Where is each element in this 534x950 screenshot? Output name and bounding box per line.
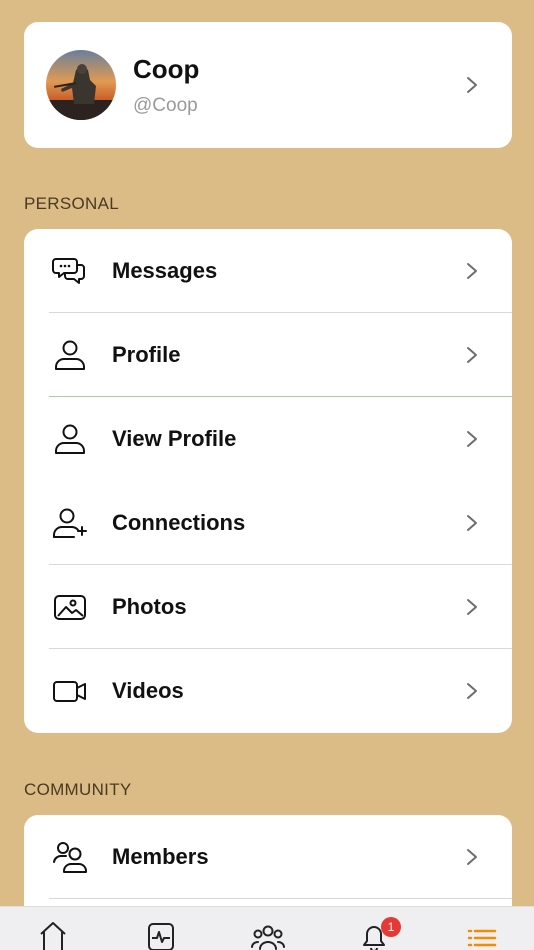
profile-handle: @Coop	[133, 95, 198, 116]
menu-item-label: Members	[112, 844, 209, 869]
menu-list-icon[interactable]	[465, 919, 499, 950]
menu-item-label: Videos	[112, 678, 184, 703]
menu-item-label: Connections	[112, 510, 246, 535]
chevron-right-icon	[467, 77, 477, 93]
profile-card[interactable]: Coop @Coop	[24, 22, 512, 148]
menu-item-members[interactable]: Members	[24, 815, 512, 899]
menu-item-connections[interactable]: Connections	[24, 481, 512, 565]
profile-name: Coop	[133, 54, 200, 84]
menu-item-messages[interactable]: Messages	[24, 229, 512, 313]
divider	[49, 898, 512, 899]
users-group-icon	[53, 842, 87, 873]
user-icon	[55, 340, 85, 370]
chevron-right-icon	[467, 263, 477, 279]
image-icon	[54, 595, 86, 620]
chevron-right-icon	[467, 683, 477, 699]
menu-item-view-profile[interactable]: View Profile	[24, 397, 512, 481]
groups-icon[interactable]	[251, 919, 285, 950]
menu-item-profile[interactable]: Profile	[24, 313, 512, 397]
menu-item-photos[interactable]: Photos	[24, 565, 512, 649]
menu-item-label: Photos	[112, 594, 187, 619]
menu-item-label: Messages	[112, 258, 218, 283]
notification-badge: 1	[381, 917, 401, 937]
chevron-right-icon	[467, 347, 477, 363]
chevron-right-icon	[467, 515, 477, 531]
chevron-right-icon	[467, 849, 477, 865]
avatar	[46, 50, 116, 120]
section-title-community: COMMUNITY	[24, 780, 132, 799]
video-camera-icon	[53, 681, 86, 702]
chevron-right-icon	[467, 599, 477, 615]
menu-item-videos[interactable]: Videos	[24, 649, 512, 733]
bottom-tab-bar	[0, 906, 534, 950]
section-title-personal: PERSONAL	[24, 194, 119, 213]
home-icon[interactable]	[36, 919, 70, 950]
menu-item-label: Profile	[112, 342, 181, 367]
menu-item-label: View Profile	[112, 426, 237, 451]
chat-bubbles-icon	[52, 258, 85, 284]
personal-menu-card: Messages Profile View Profile Connection…	[24, 229, 512, 733]
user-plus-icon	[53, 508, 87, 538]
activity-icon[interactable]	[144, 919, 178, 950]
chevron-right-icon	[467, 431, 477, 447]
user-icon	[55, 424, 85, 454]
